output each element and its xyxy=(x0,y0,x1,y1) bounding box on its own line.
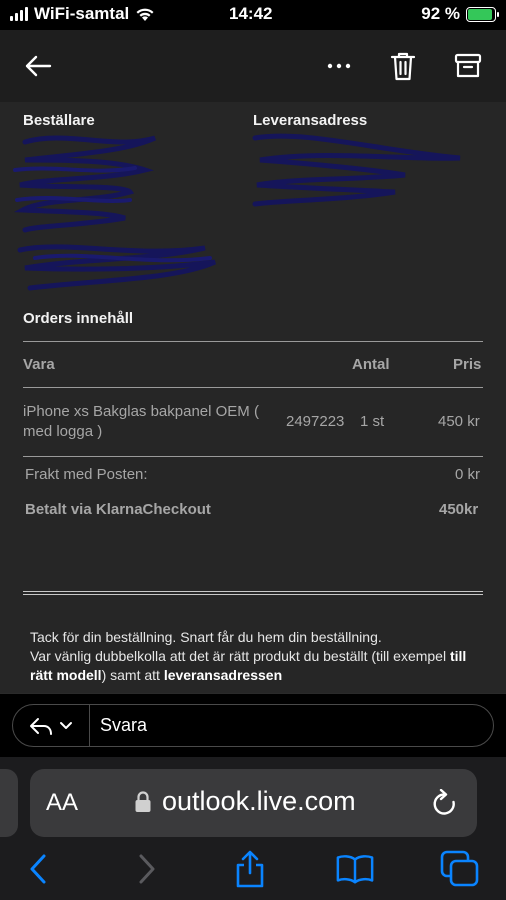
status-right: 92 % xyxy=(421,4,499,24)
chevron-down-icon xyxy=(60,722,72,729)
footer-bold-segment: leveransadressen xyxy=(163,667,283,683)
battery-fill xyxy=(468,8,492,20)
paid-value: 450kr xyxy=(439,501,479,518)
share-icon xyxy=(236,850,264,888)
shipping-label: Frakt med Posten: xyxy=(25,466,148,483)
archive-icon xyxy=(454,53,482,78)
shipping-value: 0 kr xyxy=(455,466,481,483)
tabs-button[interactable] xyxy=(440,849,480,889)
reply-icon xyxy=(30,717,52,735)
column-header-quantity: Antal xyxy=(352,356,390,373)
carrier-label: WiFi-samtal xyxy=(34,4,130,23)
divider xyxy=(23,456,483,457)
tabs-icon xyxy=(440,850,479,887)
footer-message: Tack för din beställning. Snart får du h… xyxy=(30,628,480,685)
paid-label: Betalt via KlarnaCheckout xyxy=(25,501,211,518)
reload-icon[interactable] xyxy=(431,789,459,819)
archive-button[interactable] xyxy=(450,48,486,84)
divider xyxy=(23,387,483,388)
book-icon xyxy=(336,855,374,884)
clock: 14:42 xyxy=(229,4,273,23)
redaction-scribble-delivery xyxy=(252,133,461,207)
footer-text-segment: ) samt att xyxy=(101,667,164,683)
divider xyxy=(23,591,483,592)
browser-back-button[interactable] xyxy=(18,849,58,889)
divider xyxy=(23,341,483,342)
item-sku: 2497223 xyxy=(286,413,345,430)
reply-bar: Svara xyxy=(0,693,506,757)
item-price: 450 kr xyxy=(438,413,480,430)
footer-text-segment: Var vänlig dubbelkolla att det är rätt p… xyxy=(30,648,450,664)
more-dots-icon xyxy=(327,63,351,69)
delete-button[interactable] xyxy=(385,48,421,84)
text-size-label: AA xyxy=(46,789,79,816)
status-left: WiFi-samtal xyxy=(10,4,155,24)
lock-icon xyxy=(135,791,151,812)
status-bar: WiFi-samtal 14:42 92 % xyxy=(0,0,506,30)
buyer-heading: Beställare xyxy=(23,112,95,129)
address-bar[interactable]: AA outlook.live.com xyxy=(30,769,477,837)
reply-pill: Svara xyxy=(12,704,494,747)
item-quantity: 1 st xyxy=(360,413,385,430)
redaction-scribble-buyer xyxy=(13,135,217,291)
browser-forward-button[interactable] xyxy=(127,849,167,889)
column-header-item: Vara xyxy=(23,356,55,373)
divider xyxy=(23,594,483,595)
url-text: outlook.live.com xyxy=(162,786,356,816)
footer-line: Var vänlig dubbelkolla att det är rätt p… xyxy=(30,647,480,685)
reply-action-button[interactable] xyxy=(13,705,90,746)
trash-icon xyxy=(390,52,416,81)
back-button[interactable] xyxy=(20,48,56,84)
reply-input[interactable]: Svara xyxy=(90,715,493,736)
order-contents-title: Orders innehåll xyxy=(23,310,134,327)
safari-toolbar: AA outlook.live.com xyxy=(0,757,506,900)
chevron-left-icon xyxy=(30,854,46,884)
more-options-button[interactable] xyxy=(321,48,357,84)
cellular-signal-icon xyxy=(10,7,28,21)
arrow-left-icon xyxy=(25,55,52,77)
item-name: iPhone xs Bakglas bakpanel OEM ( med log… xyxy=(23,403,259,440)
share-button[interactable] xyxy=(230,849,270,889)
mail-toolbar xyxy=(0,30,506,102)
battery-icon xyxy=(466,6,499,22)
battery-percent: 92 % xyxy=(421,4,460,23)
footer-line: Tack för din beställning. Snart får du h… xyxy=(30,629,382,645)
bookmarks-button[interactable] xyxy=(335,849,375,889)
column-header-price: Pris xyxy=(453,356,482,373)
chevron-right-icon xyxy=(139,854,155,884)
delivery-address-heading: Leveransadress xyxy=(253,112,368,129)
text-size-button[interactable]: AA xyxy=(46,789,78,817)
wifi-icon xyxy=(136,8,154,21)
email-body: Beställare Leveransadress Orders innehål… xyxy=(0,102,506,693)
previous-tab-preview[interactable] xyxy=(0,769,18,837)
